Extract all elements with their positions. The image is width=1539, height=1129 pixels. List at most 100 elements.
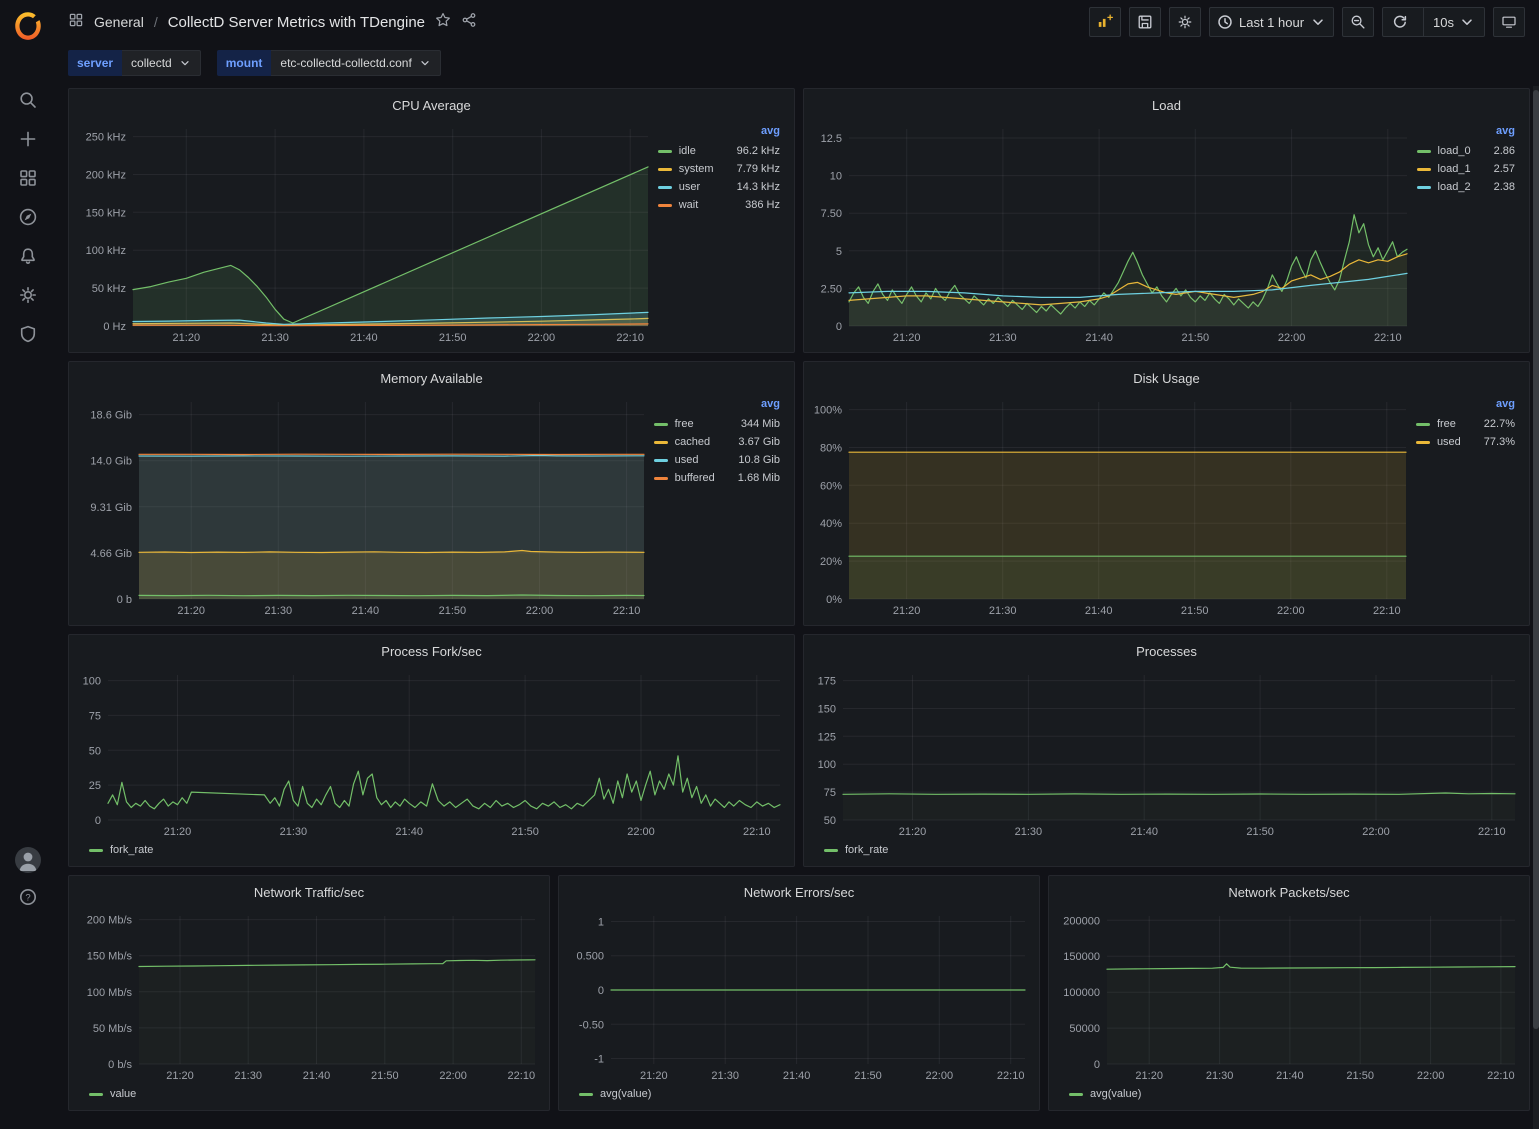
svg-text:20%: 20%: [820, 556, 842, 568]
legend-item-user[interactable]: user14.3 kHz: [658, 178, 780, 196]
svg-text:21:20: 21:20: [177, 605, 205, 617]
help-icon[interactable]: ?: [18, 887, 38, 907]
zoom-out-button[interactable]: [1342, 7, 1374, 37]
legend-item-cached[interactable]: cached3.67 Gib: [654, 433, 780, 451]
server-admin-shield-icon[interactable]: [18, 324, 38, 344]
svg-text:175: 175: [818, 676, 836, 688]
panel-title[interactable]: Processes: [810, 639, 1523, 665]
svg-text:7.50: 7.50: [821, 208, 842, 220]
legend-value: 1.68 Mib: [722, 472, 780, 484]
share-icon[interactable]: [461, 12, 477, 33]
legend-marker: [1417, 150, 1431, 153]
svg-text:22:00: 22:00: [926, 1070, 954, 1082]
refresh-button[interactable]: [1383, 8, 1417, 36]
configuration-gear-icon[interactable]: [18, 285, 38, 305]
dashboard-settings-button[interactable]: [1169, 7, 1201, 37]
add-panel-button[interactable]: [1089, 7, 1121, 37]
breadcrumb-folder[interactable]: General: [94, 14, 144, 30]
legend-item-used[interactable]: used77.3%: [1416, 433, 1515, 451]
variable-server-dropdown[interactable]: collectd: [122, 50, 201, 76]
cycle-view-tv-button[interactable]: [1493, 7, 1525, 37]
svg-text:21:20: 21:20: [893, 605, 921, 617]
legend-avg-header[interactable]: avg: [1417, 123, 1515, 142]
legend-avg-header[interactable]: avg: [658, 123, 780, 142]
panel-title[interactable]: Network Traffic/sec: [75, 880, 543, 906]
explore-compass-icon[interactable]: [18, 207, 38, 227]
legend: avg(value): [565, 1084, 1033, 1104]
user-avatar[interactable]: [15, 847, 41, 873]
panel-title[interactable]: Disk Usage: [810, 366, 1523, 392]
legend-item-free[interactable]: free22.7%: [1416, 415, 1515, 433]
panel-title[interactable]: Memory Available: [75, 366, 788, 392]
legend-item-system[interactable]: system7.79 kHz: [658, 160, 780, 178]
legend-avg-header[interactable]: avg: [1416, 396, 1515, 415]
legend-label: fork_rate: [110, 844, 153, 856]
panel-disk-usage: Disk Usage 0%20%40%60%80%100%21:2021:302…: [803, 361, 1530, 626]
legend-marker: [579, 1093, 593, 1096]
svg-text:21:50: 21:50: [511, 826, 539, 838]
save-dashboard-button[interactable]: [1129, 7, 1161, 37]
grafana-logo-icon[interactable]: [10, 8, 46, 44]
variable-mount-dropdown[interactable]: etc-collectd-collectd.conf: [271, 50, 440, 76]
sidebar: ?: [0, 0, 56, 1129]
svg-text:22:10: 22:10: [1374, 332, 1402, 344]
legend-label: system: [679, 163, 714, 175]
panel-title[interactable]: Network Packets/sec: [1055, 880, 1523, 906]
svg-text:22:00: 22:00: [1362, 826, 1390, 838]
svg-text:2.50: 2.50: [821, 283, 842, 295]
chart-network-packets: 05000010000015000020000021:2021:3021:402…: [1055, 906, 1523, 1084]
panel-title[interactable]: CPU Average: [75, 93, 788, 119]
panel-title[interactable]: Network Errors/sec: [565, 880, 1033, 906]
legend-item-free[interactable]: free344 Mib: [654, 415, 780, 433]
chart-load: 02.5057.501012.521:2021:3021:4021:5022:0…: [810, 119, 1415, 346]
svg-text:21:30: 21:30: [989, 332, 1017, 344]
time-range-picker[interactable]: Last 1 hour: [1209, 7, 1334, 37]
variable-server-label: server: [68, 50, 122, 76]
add-icon[interactable]: [18, 129, 38, 149]
legend-item-load_1[interactable]: load_12.57: [1417, 160, 1515, 178]
search-icon[interactable]: [18, 90, 38, 110]
svg-text:10: 10: [830, 171, 842, 183]
variable-mount: mount etc-collectd-collectd.conf: [217, 50, 441, 76]
legend-item-fork_rate[interactable]: fork_rate: [824, 844, 888, 856]
legend-item-avg(value)[interactable]: avg(value): [579, 1088, 651, 1100]
svg-text:0: 0: [95, 815, 101, 827]
legend-item-value[interactable]: value: [89, 1088, 136, 1100]
star-icon[interactable]: [435, 12, 451, 33]
legend-item-load_2[interactable]: load_22.38: [1417, 178, 1515, 196]
refresh-interval-dropdown[interactable]: 10s: [1423, 8, 1484, 36]
clock-icon: [1217, 14, 1233, 30]
legend-item-avg(value)[interactable]: avg(value): [1069, 1088, 1141, 1100]
panel-title[interactable]: Process Fork/sec: [75, 639, 788, 665]
legend-marker: [1416, 423, 1430, 426]
svg-text:21:20: 21:20: [640, 1070, 668, 1082]
panel-title[interactable]: Load: [810, 93, 1523, 119]
legend-item-fork_rate[interactable]: fork_rate: [89, 844, 153, 856]
scrollbar-thumb[interactable]: [1533, 90, 1539, 1029]
svg-text:21:50: 21:50: [371, 1070, 399, 1082]
alerting-bell-icon[interactable]: [18, 246, 38, 266]
chevron-down-icon: [179, 57, 191, 69]
vertical-scrollbar[interactable]: [1533, 86, 1539, 1129]
breadcrumb: General / CollectD Server Metrics with T…: [68, 12, 477, 33]
legend-value: 2.57: [1478, 163, 1515, 175]
svg-text:21:40: 21:40: [352, 605, 380, 617]
legend-marker: [1417, 186, 1431, 189]
svg-text:1: 1: [598, 917, 604, 929]
panel-network-packets: Network Packets/sec 05000010000015000020…: [1048, 875, 1530, 1111]
legend-item-wait[interactable]: wait386 Hz: [658, 196, 780, 214]
legend-value: 2.86: [1478, 145, 1515, 157]
legend-item-idle[interactable]: idle96.2 kHz: [658, 142, 780, 160]
dashboard-row: Network Traffic/sec 0 b/s50 Mb/s100 Mb/s…: [68, 875, 1530, 1111]
dashboard-title[interactable]: CollectD Server Metrics with TDengine: [168, 14, 425, 31]
dashboards-icon[interactable]: [18, 168, 38, 188]
legend-value: 22.7%: [1468, 418, 1515, 430]
legend: fork_rate: [75, 840, 788, 860]
legend-marker: [1069, 1093, 1083, 1096]
legend-item-buffered[interactable]: buffered1.68 Mib: [654, 469, 780, 487]
legend-avg-header[interactable]: avg: [654, 396, 780, 415]
legend-item-used[interactable]: used10.8 Gib: [654, 451, 780, 469]
chart-network-errors: -1-0.5000.500121:2021:3021:4021:5022:002…: [565, 906, 1033, 1084]
legend-item-load_0[interactable]: load_02.86: [1417, 142, 1515, 160]
chart-disk-usage: 0%20%40%60%80%100%21:2021:3021:4021:5022…: [810, 392, 1414, 619]
